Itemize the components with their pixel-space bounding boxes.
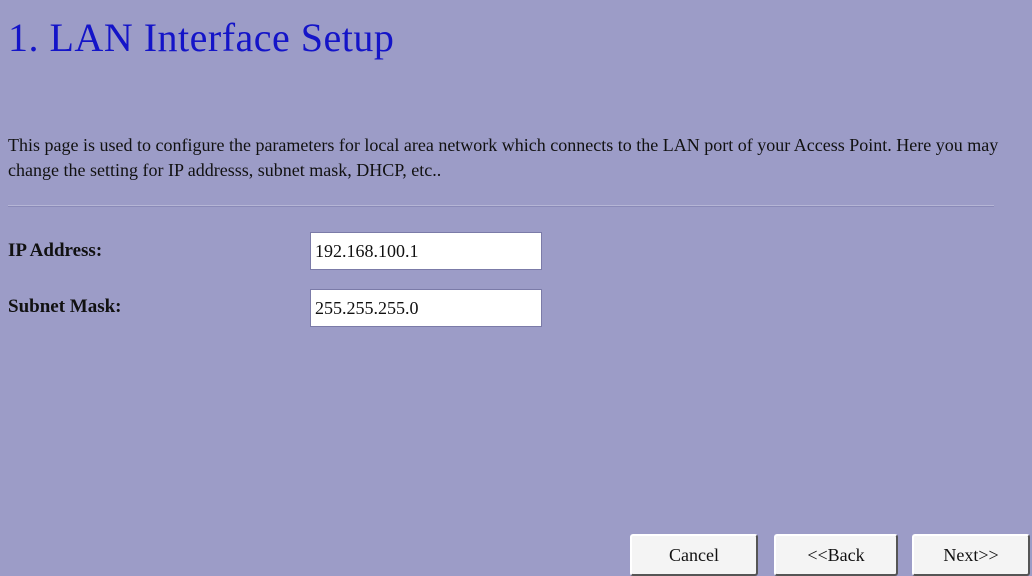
ip-address-label: IP Address:: [8, 240, 103, 261]
page-title: 1. LAN Interface Setup: [8, 15, 395, 60]
subnet-mask-input[interactable]: [310, 289, 542, 327]
next-button[interactable]: Next>>: [912, 534, 1030, 576]
page-description: This page is used to configure the param…: [8, 135, 999, 180]
ip-address-input[interactable]: [310, 232, 542, 270]
back-button[interactable]: <<Back: [774, 534, 898, 576]
cancel-button[interactable]: Cancel: [630, 534, 758, 576]
subnet-mask-label: Subnet Mask:: [8, 296, 122, 317]
section-divider: [8, 205, 994, 207]
